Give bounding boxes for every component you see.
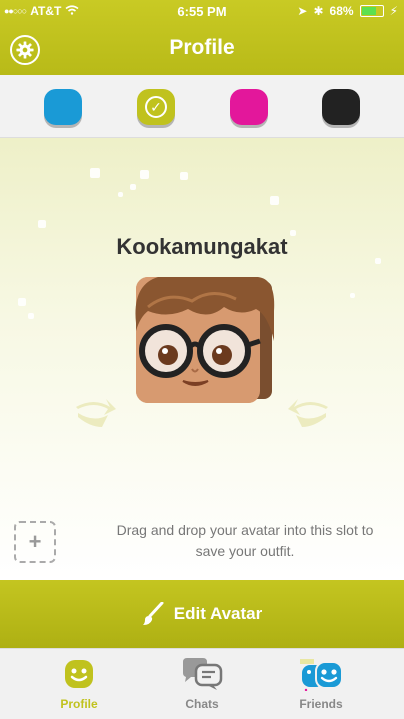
avatar-name: Kookamungakat [116,234,288,259]
color-selector: ✓ [0,75,404,138]
tab-label: Chats [185,697,219,711]
sparkle [270,196,279,205]
chat-bubbles-icon [183,658,223,690]
sparkle [90,168,100,178]
brush-icon [142,602,164,625]
sparkle [180,172,188,180]
top-bar: ●●○○○ AT&T 6:55 PM ➤ ✱ 68% ⚡ Profile [0,0,404,75]
charging-icon: ⚡ [389,4,398,18]
color-swatch-blue[interactable] [44,89,82,125]
edit-avatar-label: Edit Avatar [173,604,263,623]
rotate-left-icon[interactable] [72,395,116,429]
friends-icon [300,659,343,691]
bluetooth-icon: ✱ [313,4,324,18]
color-swatch-green[interactable]: ✓ [137,89,175,125]
status-bar: ●●○○○ AT&T 6:55 PM ➤ ✱ 68% ⚡ [0,0,404,22]
sparkle [130,184,136,190]
tab-label: Profile [60,697,98,711]
outfit-slot-hint: Drag and drop your avatar into this slot… [116,522,374,559]
plus-icon: + [28,529,42,554]
page-title: Profile [169,36,235,59]
rotate-right-icon[interactable] [288,395,332,429]
battery-percent: 68% [329,4,354,18]
avatar-image[interactable] [128,271,278,409]
sparkle [140,170,149,179]
color-swatch-pink[interactable] [230,89,268,125]
sparkle [28,313,34,319]
location-icon: ➤ [297,4,308,18]
checkmark-icon: ✓ [145,96,167,118]
sparkle [18,298,26,306]
sparkle [38,220,46,228]
tab-chats[interactable]: Chats [152,655,252,711]
avatar-stage: Kookamungakat + Drag and drop your avata… [0,138,404,580]
tab-label: Friends [299,697,343,711]
battery-icon [359,5,384,17]
sparkle [350,293,355,298]
tab-profile[interactable]: Profile [29,655,129,711]
outfit-slot[interactable]: + [14,521,56,563]
tab-bar: Profile Chats Friends [0,648,404,719]
color-swatch-black[interactable] [322,89,360,125]
edit-avatar-button[interactable]: Edit Avatar [0,580,404,648]
tab-friends[interactable]: Friends [271,655,371,711]
smiley-icon [65,660,93,688]
sparkle [118,192,123,197]
